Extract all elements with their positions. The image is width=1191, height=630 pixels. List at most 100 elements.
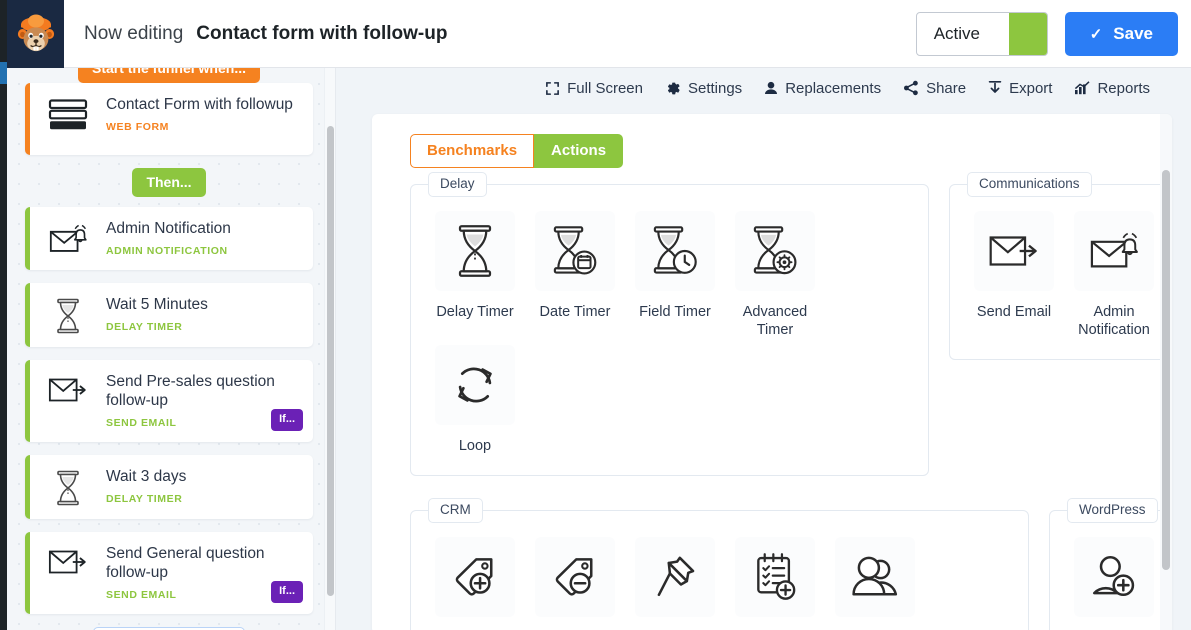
sidebar-scrollbar[interactable] xyxy=(324,68,335,630)
hourglass-icon xyxy=(435,211,515,291)
save-button[interactable]: ✓ Save xyxy=(1064,11,1178,56)
action-create-task[interactable]: Create Task xyxy=(725,537,825,630)
main-content: Full Screen Settings Replacements Share … xyxy=(336,68,1191,630)
funnel-step-body: Contact Form with followup WEB FORM xyxy=(106,96,301,133)
group-wordpress: WordPress xyxy=(1049,498,1160,630)
funnel-step-type: ADMIN NOTIFICATION xyxy=(106,244,228,257)
funnel-step-type: SEND EMAIL xyxy=(106,588,177,601)
top-bar: Now editing Contact form with follow-up … xyxy=(7,0,1191,68)
user-icon xyxy=(764,81,778,96)
group-communications: Communications Send Email Admin Notifica… xyxy=(949,172,1160,361)
tag-minus-icon xyxy=(535,537,615,618)
panel-scrollbar[interactable] xyxy=(1160,114,1172,630)
action-assign-owner[interactable]: Assign Owner xyxy=(825,537,925,630)
funnel-step-body: Wait 3 days DELAY TIMER xyxy=(106,468,301,505)
toolbar-label: Replacements xyxy=(785,79,882,97)
download-icon xyxy=(988,80,1002,96)
group-items: Delay Timer Date Timer Field Timer Advan… xyxy=(425,211,914,461)
wp-admin-rail xyxy=(0,0,7,630)
funnel-step-title: Send Pre-sales question follow-up xyxy=(106,372,275,409)
group-legend: WordPress xyxy=(1067,498,1158,523)
funnel-step-send-general-followup[interactable]: Send General question follow-up SEND EMA… xyxy=(25,531,313,614)
action-add-note[interactable]: Add Note xyxy=(625,537,725,630)
funnel-step-type: DELAY TIMER xyxy=(106,492,183,505)
funnel-step-wait-3-days[interactable]: Wait 3 days DELAY TIMER xyxy=(25,454,313,519)
group-items: Apply Tag xyxy=(425,537,1014,630)
conditional-if-badge[interactable]: If... xyxy=(271,408,303,431)
toolbar-full-screen[interactable]: Full Screen xyxy=(545,80,643,97)
envelope-arrow-icon xyxy=(974,211,1054,291)
action-advanced-timer[interactable]: Advanced Timer xyxy=(725,211,825,345)
add-step-button[interactable]: + Add Step xyxy=(93,626,245,630)
action-label: Date Timer xyxy=(539,304,611,320)
tab-actions[interactable]: Actions xyxy=(534,134,624,168)
group-legend: CRM xyxy=(428,498,483,523)
group-items: Send Email Admin Notification xyxy=(964,211,1160,345)
funnel-step-type: SEND EMAIL xyxy=(106,416,177,429)
funnel-step-send-presales-followup[interactable]: Send Pre-sales question follow-up SEND E… xyxy=(25,359,313,442)
conditional-if-badge[interactable]: If... xyxy=(271,580,303,603)
action-label: Field Timer xyxy=(639,304,711,320)
action-admin-notification[interactable]: Admin Notification xyxy=(1064,211,1160,345)
toolbar-label: Settings xyxy=(687,79,743,97)
toolbar-share[interactable]: Share xyxy=(903,80,966,97)
action-date-timer[interactable]: Date Timer xyxy=(525,211,625,345)
funnel-step-title: Contact Form with followup xyxy=(106,96,293,113)
action-loop[interactable]: Loop xyxy=(425,345,525,461)
status-select[interactable]: Active xyxy=(915,11,1048,56)
toolbar-label: Reports xyxy=(1097,79,1150,97)
action-send-email[interactable]: Send Email xyxy=(964,211,1064,345)
checklist-plus-icon xyxy=(735,537,815,618)
action-create-user[interactable]: Create User xyxy=(1064,537,1160,630)
actions-panel: Benchmarks Actions Delay Delay Timer Dat… xyxy=(372,114,1172,630)
action-label: Send Email xyxy=(976,304,1052,320)
group-legend: Communications xyxy=(967,172,1092,197)
panel-scrollbar-thumb[interactable] xyxy=(1162,170,1170,570)
action-remove-tag[interactable]: Remove Tag xyxy=(525,537,625,630)
collapse-menu-arrow[interactable] xyxy=(0,62,7,84)
envelope-bell-icon xyxy=(1074,211,1154,291)
web-form-icon xyxy=(30,96,106,132)
action-label: Advanced Timer xyxy=(742,304,808,339)
tag-plus-icon xyxy=(435,537,515,618)
funnel-step-type: DELAY TIMER xyxy=(106,320,183,333)
funnel-step-admin-notification[interactable]: Admin Notification ADMIN NOTIFICATION xyxy=(25,207,313,270)
toolbar-settings[interactable]: Settings xyxy=(665,80,742,97)
action-apply-tag[interactable]: Apply Tag xyxy=(425,537,525,630)
hourglass-clock-icon xyxy=(635,211,715,291)
toolbar-replacements[interactable]: Replacements xyxy=(764,80,881,97)
share-icon xyxy=(903,80,919,96)
group-row-2: CRM WordPress xyxy=(410,498,1160,630)
funnel-step-contact-form[interactable]: Contact Form with followup WEB FORM xyxy=(25,83,313,155)
page-title: Contact form with follow-up xyxy=(196,22,448,44)
toolbar-export[interactable]: Export xyxy=(988,80,1052,97)
toolbar-label: Export xyxy=(1009,79,1053,97)
funnel-step-type: WEB FORM xyxy=(106,120,169,133)
fullscreen-icon xyxy=(545,81,560,96)
toolbar-label: Share xyxy=(926,79,967,97)
funnel-step-title: Admin Notification xyxy=(106,220,231,237)
funnel-sidebar[interactable]: Start the funnel when... Contact Form wi… xyxy=(7,68,336,630)
beaver-mascot-logo[interactable] xyxy=(7,0,64,68)
start-pill-row: Start the funnel when... xyxy=(25,68,313,83)
action-label: Admin Notification xyxy=(1078,304,1150,339)
hourglass-calendar-icon xyxy=(535,211,615,291)
tab-benchmarks[interactable]: Benchmarks xyxy=(410,134,535,168)
editor-toolbar: Full Screen Settings Replacements Share … xyxy=(336,68,1191,108)
group-legend: Delay xyxy=(428,172,487,197)
chart-icon xyxy=(1074,81,1090,95)
funnel-step-wait-5-minutes[interactable]: Wait 5 Minutes DELAY TIMER xyxy=(25,282,313,347)
envelope-arrow-icon xyxy=(30,373,106,405)
hourglass-icon xyxy=(30,468,106,506)
sidebar-scrollbar-thumb[interactable] xyxy=(327,126,334,596)
loop-icon xyxy=(435,345,515,426)
action-field-timer[interactable]: Field Timer xyxy=(625,211,725,345)
add-step-row: + Add Step xyxy=(25,626,313,630)
action-delay-timer[interactable]: Delay Timer xyxy=(425,211,525,345)
user-plus-icon xyxy=(1074,537,1154,618)
envelope-arrow-icon xyxy=(30,545,106,577)
funnel-step-body: Wait 5 Minutes DELAY TIMER xyxy=(106,296,301,333)
group-crm: CRM xyxy=(410,498,1029,630)
group-row-1: Delay Delay Timer Date Timer Field Timer… xyxy=(410,172,1160,477)
toolbar-reports[interactable]: Reports xyxy=(1074,80,1150,97)
